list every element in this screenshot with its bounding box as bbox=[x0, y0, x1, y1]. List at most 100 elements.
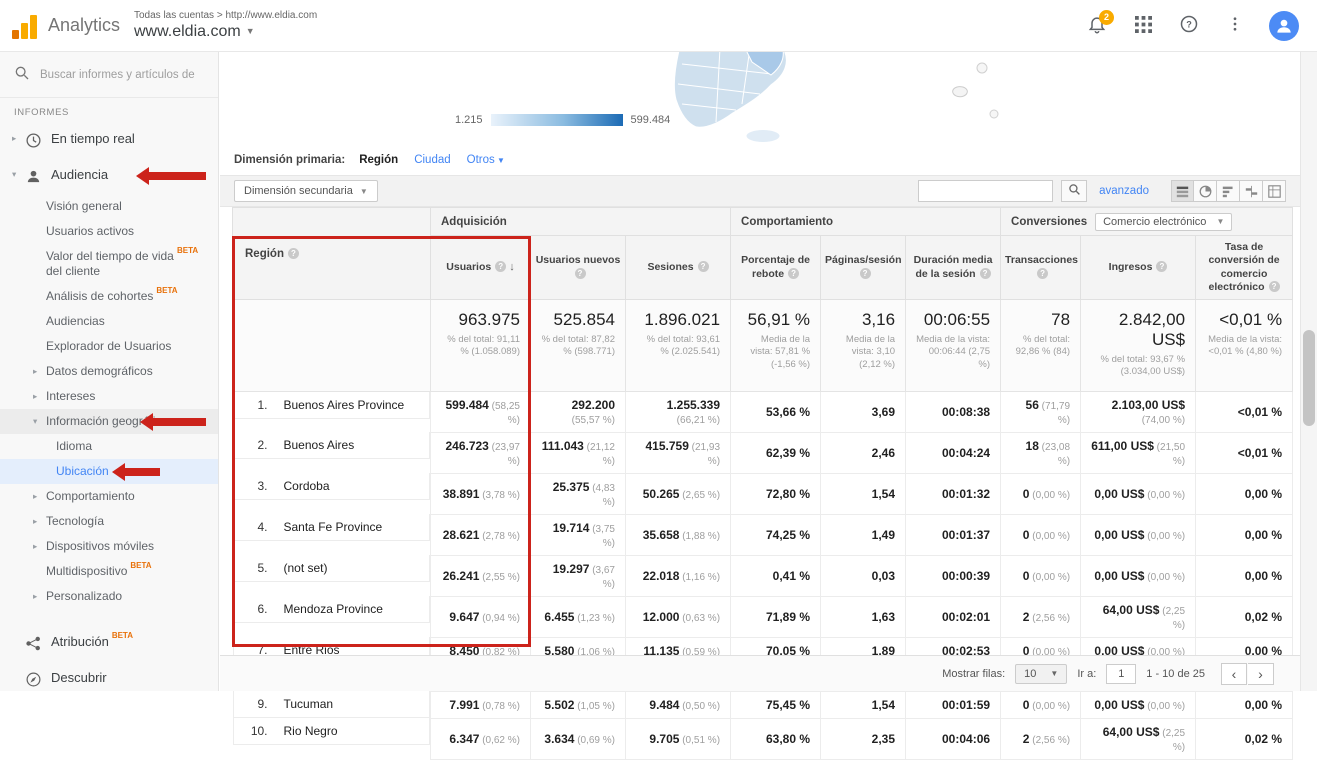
breadcrumb[interactable]: Todas las cuentas > http://www.eldia.com bbox=[134, 10, 317, 22]
dimension-region[interactable]: Región bbox=[359, 154, 398, 166]
pivot-view-button[interactable] bbox=[1263, 180, 1286, 202]
summary-value: 3,16 bbox=[831, 310, 895, 330]
region-name[interactable]: Cordoba bbox=[284, 479, 330, 493]
vertical-scrollbar[interactable] bbox=[1300, 52, 1317, 691]
ecommerce-selector[interactable]: Comercio electrónico▼ bbox=[1095, 213, 1232, 231]
metric-value: 7.991 bbox=[449, 698, 479, 712]
advanced-filter-link[interactable]: avanzado bbox=[1099, 185, 1149, 197]
percentage-view-button[interactable] bbox=[1194, 180, 1217, 202]
metric-cell: 5.502 (1,05 %) bbox=[531, 691, 626, 718]
metric-cell: 9.484 (0,50 %) bbox=[626, 691, 731, 718]
performance-view-button[interactable] bbox=[1217, 180, 1240, 202]
table-search-button[interactable] bbox=[1061, 180, 1087, 202]
sidebar-item-tecnologia[interactable]: ▸Tecnología bbox=[0, 509, 218, 534]
column-header-tasa-de-conversion-de-comercio-electronico[interactable]: Tasa de conversión de comercio electróni… bbox=[1196, 236, 1293, 300]
column-header-usuarios-nuevos[interactable]: Usuarios nuevos? bbox=[531, 236, 626, 300]
column-header-porcentaje-de-rebote[interactable]: Porcentaje de rebote? bbox=[731, 236, 821, 300]
account-switcher[interactable]: www.eldia.com ▼ bbox=[134, 22, 317, 41]
sidebar-item-ubicacion[interactable]: Ubicación bbox=[0, 459, 218, 484]
sidebar-item-explorador-de-usuarios[interactable]: Explorador de Usuarios bbox=[0, 334, 218, 359]
sidebar-item-audiencia[interactable]: ▾Audiencia bbox=[0, 158, 218, 194]
dimension-ciudad[interactable]: Ciudad bbox=[414, 154, 450, 166]
caret-icon bbox=[33, 564, 46, 566]
column-header-paginas-sesion[interactable]: Páginas/sesión? bbox=[821, 236, 906, 300]
region-name[interactable]: Buenos Aires Province bbox=[284, 398, 405, 412]
region-name[interactable]: Tucuman bbox=[284, 697, 334, 711]
sidebar-item-intereses[interactable]: ▸Intereses bbox=[0, 384, 218, 409]
metric-cell: 111.043 (21,12 %) bbox=[531, 432, 626, 473]
column-header-duracion-media-de-la-sesion[interactable]: Duración media de la sesión? bbox=[906, 236, 1001, 300]
region-name[interactable]: Rio Negro bbox=[284, 724, 338, 738]
primary-dimension-row: Dimensión primaria: Región Ciudad Otros ▼ bbox=[220, 145, 1300, 175]
sidebar-item-atribucion[interactable]: AtribuciónBETA bbox=[0, 625, 218, 661]
table-search-input[interactable] bbox=[918, 180, 1053, 202]
sidebar-item-en-tiempo-real[interactable]: ▸En tiempo real bbox=[0, 122, 218, 158]
metric-cell: 2 (2,56 %) bbox=[1001, 718, 1081, 759]
sidebar-item-analisis-de-cohortes[interactable]: Análisis de cohortesBETA bbox=[0, 284, 218, 309]
goto-page-input[interactable]: 1 bbox=[1106, 664, 1136, 684]
sidebar-item-usuarios-activos[interactable]: Usuarios activos bbox=[0, 219, 218, 244]
search-input[interactable] bbox=[40, 69, 200, 81]
metric-value: 0,00 US$ bbox=[1094, 698, 1144, 712]
more-vert-icon bbox=[1226, 15, 1244, 36]
sidebar-item-personalizado[interactable]: ▸Personalizado bbox=[0, 584, 218, 609]
caret-icon: ▸ bbox=[33, 364, 46, 377]
dimension-otros[interactable]: Otros ▼ bbox=[467, 154, 505, 166]
help-icon: ? bbox=[1156, 261, 1167, 272]
metric-cell: 53,66 % bbox=[731, 391, 821, 432]
next-page-button[interactable]: › bbox=[1248, 663, 1274, 685]
region-cell: 3.Cordoba bbox=[233, 473, 431, 500]
sidebar-item-comportamiento[interactable]: ▸Comportamiento bbox=[0, 484, 218, 509]
rows-per-page-select[interactable]: 10 ▼ bbox=[1015, 664, 1067, 684]
geo-map[interactable]: 1.215 599.484 bbox=[220, 52, 1300, 145]
sidebar-item-audiencias[interactable]: Audiencias bbox=[0, 309, 218, 334]
summary-cell: 56,91 %Media de la vista: 57,81 % (-1,56… bbox=[731, 300, 821, 392]
table-view-button[interactable] bbox=[1171, 180, 1194, 202]
comparison-view-button[interactable] bbox=[1240, 180, 1263, 202]
metric-cell: 72,80 % bbox=[731, 473, 821, 514]
region-name[interactable]: Buenos Aires bbox=[284, 438, 355, 452]
region-name[interactable]: Santa Fe Province bbox=[284, 520, 383, 534]
metric-cell: 64,00 US$ (2,25 %) bbox=[1081, 718, 1196, 759]
region-name[interactable]: (not set) bbox=[284, 561, 328, 575]
map-island-outline-2 bbox=[977, 63, 987, 73]
metric-cell: 599.484 (58,25 %) bbox=[431, 391, 531, 432]
metric-cell: 25.375 (4,83 %) bbox=[531, 473, 626, 514]
column-header-region[interactable]: Región? bbox=[233, 208, 431, 300]
sidebar-item-vision-general[interactable]: Visión general bbox=[0, 194, 218, 219]
sidebar-item-descubrir[interactable]: Descubrir bbox=[0, 661, 218, 691]
avatar[interactable] bbox=[1269, 11, 1299, 41]
sidebar-item-datos-demograficos[interactable]: ▸Datos demográficos bbox=[0, 359, 218, 384]
more-options-button[interactable] bbox=[1223, 14, 1247, 38]
apps-grid-button[interactable] bbox=[1131, 14, 1155, 38]
column-header-ingresos[interactable]: Ingresos? bbox=[1081, 236, 1196, 300]
column-header-label: Ingresos bbox=[1109, 261, 1153, 273]
sidebar-item-idioma[interactable]: Idioma bbox=[0, 434, 218, 459]
region-cell: 9.Tucuman bbox=[233, 691, 431, 718]
row-rank: 1. bbox=[244, 398, 268, 412]
sidebar-search[interactable] bbox=[0, 52, 218, 98]
sidebar-item-informacion-geografica[interactable]: ▾Información geográfica bbox=[0, 409, 218, 434]
scrollbar-thumb[interactable] bbox=[1303, 330, 1315, 426]
region-name[interactable]: Mendoza Province bbox=[284, 602, 383, 616]
metric-percent: (23,97 %) bbox=[489, 442, 520, 467]
notifications-button[interactable]: 2 bbox=[1085, 14, 1109, 38]
column-header-sesiones[interactable]: Sesiones? bbox=[626, 236, 731, 300]
caret-icon: ▸ bbox=[33, 589, 46, 602]
metric-cell: 1,63 bbox=[821, 596, 906, 637]
secondary-dimension-button[interactable]: Dimensión secundaria ▼ bbox=[234, 180, 378, 202]
primary-dimension-label: Dimensión primaria: bbox=[234, 154, 345, 166]
metric-percent: (0,00 %) bbox=[1144, 572, 1185, 583]
prev-page-button[interactable]: ‹ bbox=[1221, 663, 1247, 685]
sidebar-item-multidispositivo[interactable]: MultidispositivoBETA bbox=[0, 559, 218, 584]
column-header-transacciones[interactable]: Transacciones? bbox=[1001, 236, 1081, 300]
analytics-logo[interactable]: Analytics bbox=[0, 13, 134, 39]
metric-value: 00:01:37 bbox=[942, 528, 990, 542]
sidebar-item-valor-del-tiempo-de-vida-del-cliente[interactable]: Valor del tiempo de vida del clienteBETA bbox=[0, 244, 218, 284]
metric-value: 0,00 US$ bbox=[1094, 569, 1144, 583]
sidebar-item-dispositivos-moviles[interactable]: ▸Dispositivos móviles bbox=[0, 534, 218, 559]
help-button[interactable]: ? bbox=[1177, 14, 1201, 38]
metric-percent: (0,00 %) bbox=[1029, 701, 1070, 712]
metric-value: 2,46 bbox=[872, 446, 895, 460]
column-header-usuarios[interactable]: Usuarios?↓ bbox=[431, 236, 531, 300]
